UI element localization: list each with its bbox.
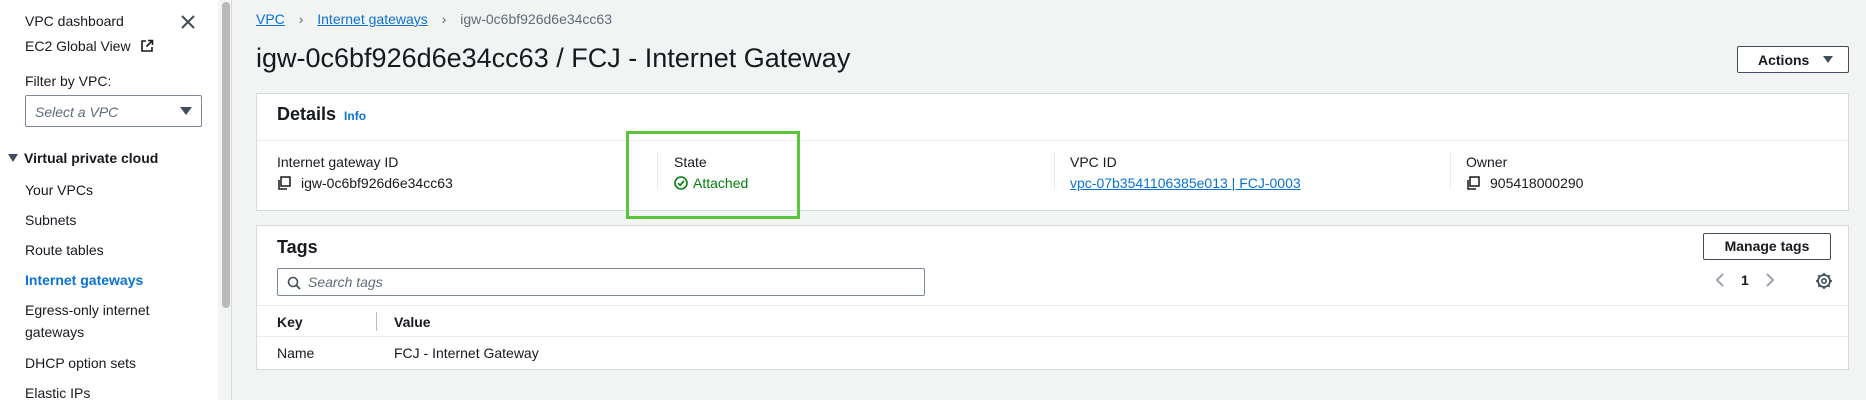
field-vpc-id: VPC ID vpc-07b3541106385e013 | FCJ-0003 (1070, 154, 1301, 191)
copy-icon[interactable] (1466, 176, 1480, 190)
caret-down-icon (180, 107, 192, 115)
breadcrumb-vpc[interactable]: VPC (256, 11, 285, 27)
manage-tags-button[interactable]: Manage tags (1703, 233, 1831, 260)
table-cell-key: Name (277, 345, 315, 361)
search-icon (287, 276, 301, 290)
breadcrumb-current: igw-0c6bf926d6e34cc63 (460, 11, 612, 27)
breadcrumb: VPC › Internet gateways › igw-0c6bf926d6… (256, 11, 612, 27)
page-title: igw-0c6bf926d6e34cc63 / FCJ - Internet G… (256, 43, 851, 73)
chevron-right-icon: › (441, 11, 447, 27)
section-virtual-private-cloud[interactable]: Virtual private cloud (8, 150, 158, 166)
field-label: Internet gateway ID (277, 154, 399, 170)
chevron-left-icon[interactable] (1713, 272, 1729, 288)
divider (1450, 152, 1451, 190)
vpc-filter-select[interactable]: Select a VPC (25, 95, 202, 127)
field-label: Owner (1466, 154, 1508, 170)
sidebar-link-label: EC2 Global View (25, 38, 131, 54)
sidebar-item-dhcp-option-sets[interactable]: DHCP option sets (25, 355, 136, 371)
gear-icon[interactable] (1815, 272, 1833, 290)
close-icon[interactable] (179, 13, 197, 31)
sidebar-link-vpc-dashboard[interactable]: VPC dashboard (25, 13, 124, 29)
section-title: Virtual private cloud (24, 150, 159, 166)
field-label: VPC ID (1070, 154, 1117, 170)
sidebar-item-elastic-ips[interactable]: Elastic IPs (25, 385, 90, 400)
breadcrumb-internet-gateways[interactable]: Internet gateways (317, 11, 428, 27)
column-header-value[interactable]: Value (394, 314, 431, 330)
divider (1054, 152, 1055, 190)
actions-label: Actions (1758, 52, 1810, 68)
field-value: 905418000290 (1490, 175, 1584, 191)
external-link-icon (141, 39, 154, 52)
caret-down-icon (1823, 56, 1833, 63)
sidebar: VPC dashboard EC2 Global View Filter by … (0, 0, 218, 400)
vpc-id-link[interactable]: vpc-07b3541106385e013 | FCJ-0003 (1070, 175, 1301, 191)
table-cell-value: FCJ - Internet Gateway (394, 345, 539, 361)
caret-down-icon (8, 154, 18, 162)
tags-title: Tags (277, 237, 318, 257)
details-header: Details Info (277, 104, 366, 125)
actions-dropdown-button[interactable]: Actions (1737, 46, 1849, 73)
field-internet-gateway-id: Internet gateway ID igw-0c6bf926d6e34cc6… (277, 154, 453, 191)
page-number[interactable]: 1 (1741, 272, 1749, 288)
tags-panel: Tags Manage tags 1 Key Value Name FCJ - … (256, 225, 1849, 370)
tag-search-input[interactable] (308, 272, 908, 292)
chevron-right-icon[interactable] (1761, 272, 1777, 288)
divider (257, 140, 1848, 141)
table-header-row: Key Value (257, 305, 1848, 336)
highlight-box (626, 131, 800, 219)
info-link[interactable]: Info (344, 109, 366, 123)
chevron-right-icon: › (298, 11, 304, 27)
sidebar-item-egress-only-internet-gateways[interactable]: Egress-only internet gateways (25, 299, 175, 343)
copy-icon[interactable] (277, 176, 291, 190)
details-title: Details (277, 104, 337, 124)
sidebar-scrollbar-thumb[interactable] (222, 2, 230, 308)
filter-by-vpc-label: Filter by VPC: (25, 73, 112, 89)
sidebar-item-subnets[interactable]: Subnets (25, 212, 76, 228)
sidebar-item-your-vpcs[interactable]: Your VPCs (25, 182, 93, 198)
column-header-key[interactable]: Key (277, 314, 303, 330)
tag-search-field (277, 268, 925, 296)
tags-table: Key Value Name FCJ - Internet Gateway (257, 305, 1848, 367)
field-owner: Owner 905418000290 (1466, 154, 1583, 191)
column-resizer[interactable] (376, 312, 377, 331)
pagination: 1 (1713, 272, 1777, 288)
table-row: Name FCJ - Internet Gateway (257, 336, 1848, 367)
sidebar-item-internet-gateways[interactable]: Internet gateways (25, 272, 143, 288)
vpc-filter-placeholder: Select a VPC (35, 104, 119, 120)
sidebar-item-route-tables[interactable]: Route tables (25, 242, 104, 258)
field-value: igw-0c6bf926d6e34cc63 (301, 175, 453, 191)
sidebar-link-ec2-global-view[interactable]: EC2 Global View (25, 38, 154, 54)
details-panel: Details Info Internet gateway ID igw-0c6b… (256, 93, 1849, 211)
